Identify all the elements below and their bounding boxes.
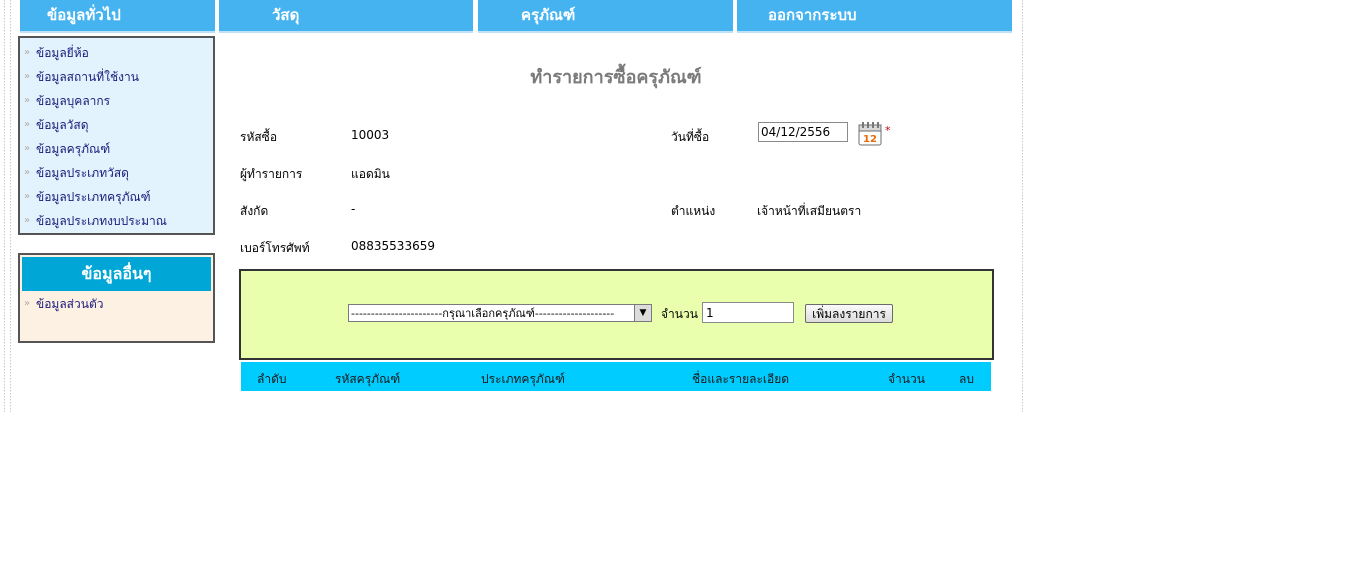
sidebar-item-brand[interactable]: » ข้อมูลยี่ห้อ xyxy=(20,41,213,65)
nav-tab-general[interactable]: ข้อมูลทั่วไป xyxy=(20,0,215,33)
svg-text:12: 12 xyxy=(863,134,877,145)
buy-date-field[interactable] xyxy=(758,122,848,142)
sidebar-item-label: ข้อมูลยี่ห้อ xyxy=(36,46,89,60)
affiliation-label: สังกัด xyxy=(240,204,269,218)
operator-value: แอดมิน xyxy=(351,167,390,181)
double-chevron-icon: » xyxy=(24,167,31,178)
sidebar-item-label: ข้อมูลครุภัณฑ์ xyxy=(36,142,111,156)
double-chevron-icon: » xyxy=(24,119,31,130)
nav-tab-equipment-label: ครุภัณฑ์ xyxy=(521,6,576,24)
affiliation-value: - xyxy=(351,202,356,216)
calendar-icon[interactable]: 12 xyxy=(858,121,883,147)
required-mark: * xyxy=(885,124,891,137)
double-chevron-icon: » xyxy=(24,215,31,226)
sidebar-item-location[interactable]: » ข้อมูลสถานที่ใช้งาน xyxy=(20,65,213,89)
double-chevron-icon: » xyxy=(24,298,31,309)
sidebar-item-budget-type[interactable]: » ข้อมูลประเภทงบประมาณ xyxy=(20,209,213,233)
sidebar-item-label: ข้อมูลประเภทงบประมาณ xyxy=(36,214,167,228)
page-title: ทำรายการซื้อครุภัณฑ์ xyxy=(530,67,702,88)
operator-label: ผู้ทำรายการ xyxy=(240,167,303,181)
sidebar-item-material-type[interactable]: » ข้อมูลประเภทวัสดุ xyxy=(20,161,213,185)
sidebar-menu: » ข้อมูลยี่ห้อ » ข้อมูลสถานที่ใช้งาน » ข้อม… xyxy=(18,36,215,235)
sidebar-item-equipment-type[interactable]: » ข้อมูลประเภทครุภัณฑ์ xyxy=(20,185,213,209)
sidebar-item-label: ข้อมูลประเภทวัสดุ xyxy=(36,166,129,180)
sidebar-item-profile[interactable]: » ข้อมูลส่วนตัว xyxy=(20,293,213,315)
sidebar-item-label: ข้อมูลส่วนตัว xyxy=(36,297,104,311)
sidebar-other-title: ข้อมูลอื่นๆ xyxy=(22,257,211,291)
column-header-quantity: จำนวน xyxy=(888,372,925,386)
buy-date-label: วันที่ซื้อ xyxy=(671,130,710,144)
add-to-list-button[interactable]: เพิ่มลงรายการ xyxy=(805,304,893,323)
quantity-field[interactable] xyxy=(702,302,794,323)
items-table-header: ลำดับ รหัสครุภัณฑ์ ประเภทครุภัณฑ์ ชื่อแล… xyxy=(241,362,991,391)
column-header-delete: ลบ xyxy=(959,372,974,386)
double-chevron-icon: » xyxy=(24,95,31,106)
purchase-id-label: รหัสซื้อ xyxy=(240,130,278,144)
top-navigation: ข้อมูลทั่วไป วัสดุ ครุภัณฑ์ ออกจากระบบ xyxy=(20,0,1013,33)
position-label: ตำแหน่ง xyxy=(671,204,716,218)
double-chevron-icon: » xyxy=(24,191,31,202)
sidebar-other-panel: ข้อมูลอื่นๆ » ข้อมูลส่วนตัว xyxy=(18,253,215,343)
double-chevron-icon: » xyxy=(24,47,31,58)
sidebar-item-label: ข้อมูลประเภทครุภัณฑ์ xyxy=(36,190,151,204)
dotted-border-left xyxy=(4,0,5,412)
quantity-label: จำนวน xyxy=(661,307,698,321)
dotted-border-left-inner xyxy=(10,0,11,412)
sidebar-item-label: ข้อมูลสถานที่ใช้งาน xyxy=(36,70,139,84)
chevron-down-icon: ▼ xyxy=(634,305,651,321)
sidebar-item-equipment[interactable]: » ข้อมูลครุภัณฑ์ xyxy=(20,137,213,161)
nav-tab-logout-label: ออกจากระบบ xyxy=(768,6,857,24)
equipment-select-value: -----------------------กรุณาเลือกครุภัณฑ… xyxy=(351,307,615,320)
nav-tab-material-label: วัสดุ xyxy=(272,6,300,24)
column-header-equipment-type: ประเภทครุภัณฑ์ xyxy=(481,372,565,386)
nav-tab-equipment[interactable]: ครุภัณฑ์ xyxy=(478,0,733,33)
equipment-select[interactable]: -----------------------กรุณาเลือกครุภัณฑ… xyxy=(348,304,652,322)
sidebar-item-material[interactable]: » ข้อมูลวัสดุ xyxy=(20,113,213,137)
sidebar-item-label: ข้อมูลบุคลากร xyxy=(36,94,111,108)
sidebar-item-label: ข้อมูลวัสดุ xyxy=(36,118,89,132)
column-header-equipment-code: รหัสครุภัณฑ์ xyxy=(335,372,401,386)
nav-tab-general-label: ข้อมูลทั่วไป xyxy=(47,6,121,24)
phone-value: 08835533659 xyxy=(351,239,435,253)
column-header-name-detail: ชื่อและรายละเอียด xyxy=(692,372,790,386)
column-header-order: ลำดับ xyxy=(257,372,287,386)
nav-tab-logout[interactable]: ออกจากระบบ xyxy=(737,0,1012,33)
position-value: เจ้าหน้าที่เสมียนตรา xyxy=(757,204,862,218)
double-chevron-icon: » xyxy=(24,143,31,154)
double-chevron-icon: » xyxy=(24,71,31,82)
dotted-border-right xyxy=(1022,0,1023,412)
phone-label: เบอร์โทรศัพท์ xyxy=(240,241,310,255)
nav-tab-material[interactable]: วัสดุ xyxy=(219,0,473,33)
sidebar-item-personnel[interactable]: » ข้อมูลบุคลากร xyxy=(20,89,213,113)
purchase-id-value: 10003 xyxy=(351,128,390,142)
